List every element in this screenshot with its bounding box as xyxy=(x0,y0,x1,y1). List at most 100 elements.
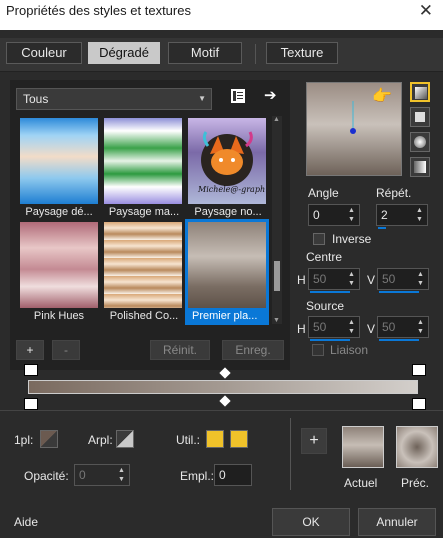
angle-value: 0 xyxy=(313,208,320,222)
center-h-label: H xyxy=(297,273,306,287)
util-label: Util.: xyxy=(176,433,200,447)
invert-checkbox[interactable] xyxy=(313,233,325,245)
spinner-icon[interactable]: ▲ ▼ xyxy=(348,270,357,288)
rectangular-style-button[interactable] xyxy=(410,107,430,127)
current-label: Actuel xyxy=(344,476,378,490)
opacity-field[interactable]: 0 ▲ ▼ xyxy=(74,464,130,486)
thumb-caption: Pink Hues xyxy=(33,310,85,322)
tab-motif[interactable]: Motif xyxy=(168,42,242,64)
reset-button[interactable]: Réinit. xyxy=(150,340,210,360)
color-stop-top-right-icon[interactable] xyxy=(412,364,426,376)
scroll-down-icon[interactable]: ▼ xyxy=(273,317,280,324)
pointing-hand-icon: 👉 xyxy=(372,88,392,105)
repeat-slider[interactable] xyxy=(378,227,386,229)
source-v-value: 50 xyxy=(382,320,396,334)
remove-gradient-button[interactable]: - xyxy=(52,340,80,360)
radial-style-button[interactable] xyxy=(410,157,430,177)
source-h-field[interactable]: 50 ▲ ▼ xyxy=(308,316,360,341)
stop-color-swatch[interactable] xyxy=(40,430,58,448)
gradient-thumb[interactable] xyxy=(104,222,182,308)
help-link[interactable]: Aide xyxy=(14,515,38,529)
source-h-value: 50 xyxy=(313,320,327,334)
thumb-caption: Paysage dé... xyxy=(25,206,93,218)
spinner-icon[interactable]: ▲ ▼ xyxy=(416,206,425,224)
current-style-swatch[interactable] xyxy=(342,426,384,468)
gradient-thumb-selected[interactable] xyxy=(188,222,266,308)
spinner-icon[interactable]: ▲ ▼ xyxy=(417,318,426,336)
center-h-field[interactable]: 50 ▲ ▼ xyxy=(308,268,360,293)
tab-divider xyxy=(255,44,256,64)
notebook-icon[interactable] xyxy=(230,88,246,108)
angle-label: Angle xyxy=(308,186,339,200)
spinner-icon[interactable]: ▲ ▼ xyxy=(348,318,357,336)
ok-button[interactable]: OK xyxy=(272,508,350,536)
link-checkbox[interactable] xyxy=(312,344,324,356)
tab-degrade[interactable]: Dégradé xyxy=(88,42,160,64)
background-color-swatch[interactable] xyxy=(116,430,134,448)
source-h-slider[interactable] xyxy=(310,339,350,341)
title-bar: Propriétés des styles et textures ✕ xyxy=(0,0,443,30)
fox-illustration-icon: Michele@-graph xyxy=(197,131,265,194)
spinner-icon[interactable]: ▲ ▼ xyxy=(417,270,426,288)
scrollbar-thumb[interactable] xyxy=(274,261,280,291)
thumb-caption: Paysage ma... xyxy=(108,206,180,218)
cancel-button[interactable]: Annuler xyxy=(358,508,436,536)
link-label: Liaison xyxy=(330,343,369,357)
gradient-thumb[interactable] xyxy=(20,118,98,204)
source-label: Source xyxy=(306,299,345,313)
spinner-icon[interactable]: ▲ ▼ xyxy=(118,466,127,484)
opacity1-label: 1pl: xyxy=(14,433,34,447)
tab-texture[interactable]: Texture xyxy=(266,42,338,64)
empl-field[interactable]: 0 xyxy=(214,464,252,486)
gradient-thumb[interactable]: Michele@-graph xyxy=(188,118,266,204)
svg-text:Michele@-graph: Michele@-graph xyxy=(197,185,265,194)
center-v-value: 50 xyxy=(382,272,396,286)
opacity-value: 0 xyxy=(79,468,86,482)
previous-style-swatch[interactable] xyxy=(396,426,438,468)
source-v-slider[interactable] xyxy=(379,339,419,341)
source-v-field[interactable]: 50 ▲ ▼ xyxy=(377,316,429,341)
invert-label: Inverse xyxy=(332,232,372,246)
window-title: Propriétés des styles et textures xyxy=(6,3,191,18)
center-h-value: 50 xyxy=(313,272,327,286)
tab-bar: Couleur Dégradé Motif Texture xyxy=(0,38,443,72)
close-icon[interactable]: ✕ xyxy=(419,1,433,21)
center-h-slider[interactable] xyxy=(310,291,350,293)
thumb-caption: Paysage no... xyxy=(194,206,262,218)
chevron-down-icon: ▼ xyxy=(198,94,206,103)
source-v-label: V xyxy=(367,322,376,336)
color-stop-top-left-icon[interactable] xyxy=(24,364,38,376)
color-stop-bottom-left-icon[interactable] xyxy=(24,398,38,410)
center-v-field[interactable]: 50 ▲ ▼ xyxy=(377,268,429,293)
linear-style-button[interactable] xyxy=(410,82,430,102)
thumb-caption: Premier pla... xyxy=(192,310,258,322)
angle-field[interactable]: 0 ▲ ▼ xyxy=(308,204,360,226)
add-to-swatches-button[interactable]: + xyxy=(301,428,327,454)
source-h-label: H xyxy=(297,322,306,336)
tab-couleur[interactable]: Couleur xyxy=(6,42,82,64)
category-dropdown[interactable]: Tous ▼ xyxy=(16,88,212,110)
spinner-icon[interactable]: ▲ ▼ xyxy=(348,206,357,224)
center-label: Centre xyxy=(306,250,343,264)
gradient-editor-bar[interactable] xyxy=(28,380,418,394)
category-value: Tous xyxy=(23,92,49,106)
repeat-value: 2 xyxy=(381,208,388,222)
arpl-label: Arpl: xyxy=(88,433,113,447)
sunburst-style-button[interactable] xyxy=(410,132,430,152)
user-color-swatch-2[interactable] xyxy=(230,430,248,448)
gradient-thumb[interactable] xyxy=(104,118,182,204)
library-scrollbar[interactable]: ▲ ▼ xyxy=(272,116,282,324)
save-button[interactable]: Enreg. xyxy=(222,340,284,360)
center-v-label: V xyxy=(367,273,376,287)
color-stop-bottom-right-icon[interactable] xyxy=(412,398,426,410)
arrow-right-icon[interactable]: ➔ xyxy=(264,86,277,104)
repeat-field[interactable]: 2 ▲ ▼ xyxy=(376,204,428,229)
center-v-slider[interactable] xyxy=(379,291,419,293)
previous-label: Préc. xyxy=(401,476,430,490)
scroll-up-icon[interactable]: ▲ xyxy=(273,116,280,123)
thumb-caption: Polished Co... xyxy=(109,310,179,322)
gradient-thumb[interactable] xyxy=(20,222,98,308)
user-color-swatch-1[interactable] xyxy=(206,430,224,448)
repeat-label: Répét. xyxy=(376,186,412,200)
add-gradient-button[interactable]: + xyxy=(16,340,44,360)
